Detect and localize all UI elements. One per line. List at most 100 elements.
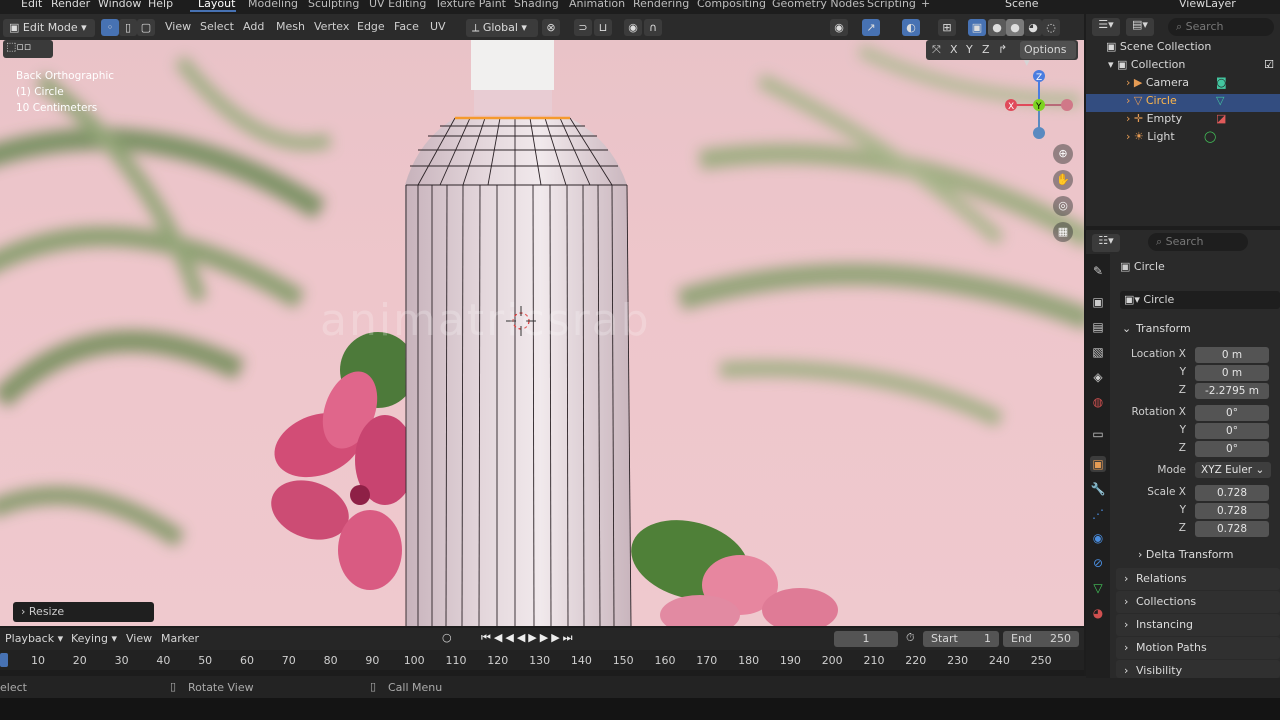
menu-help[interactable]: Help xyxy=(148,0,173,10)
navigation-gizmo[interactable]: Z X Y xyxy=(1000,66,1080,146)
properties-editor-type[interactable]: ☷▾ xyxy=(1092,234,1120,252)
proportional-edit-icon[interactable]: ◉ xyxy=(624,19,642,36)
xray-icon[interactable]: ▣ xyxy=(968,19,986,36)
collection-row[interactable]: ▾ ▣ Collection ☑ xyxy=(1086,58,1280,76)
current-frame-field[interactable]: 1 xyxy=(834,631,898,647)
tab-geometry-nodes[interactable]: Geometry Nodes xyxy=(772,0,865,10)
outliner-item-light[interactable]: › ☀ Light ◯ xyxy=(1086,130,1280,148)
visibility-icon[interactable]: ◉ xyxy=(830,19,848,36)
properties-search-input[interactable]: ⌕ Search xyxy=(1148,233,1248,251)
mirror-icon[interactable]: ⤧ xyxy=(932,43,941,57)
relations-panel[interactable]: › Relations xyxy=(1116,568,1280,590)
motion-paths-panel[interactable]: › Motion Paths xyxy=(1116,637,1280,659)
collection-checkbox-icon[interactable]: ☑ xyxy=(1264,58,1274,71)
location-x-field[interactable]: 0 m xyxy=(1195,347,1269,363)
grid-view-icon[interactable]: ▦ xyxy=(1053,222,1073,242)
world-tab-icon[interactable]: ◍ xyxy=(1090,394,1106,410)
scene-tab-icon[interactable]: ◈ xyxy=(1090,369,1106,385)
outliner-item-empty[interactable]: › ✛ Empty ◪ xyxy=(1086,112,1280,130)
camera-view-icon[interactable]: ◎ xyxy=(1053,196,1073,216)
menu-mesh[interactable]: Mesh xyxy=(276,20,305,33)
scale-x-field[interactable]: 0.728 xyxy=(1195,485,1269,501)
tab-modeling[interactable]: Modeling xyxy=(248,0,298,10)
scale-z-field[interactable]: 0.728 xyxy=(1195,521,1269,537)
add-workspace-icon[interactable]: + xyxy=(921,0,930,10)
menu-vertex[interactable]: Vertex xyxy=(314,20,349,33)
object-name-field[interactable]: ▣▾ Circle xyxy=(1120,291,1280,309)
face-select-icon[interactable]: ▢ xyxy=(137,19,155,36)
outliner-editor-type[interactable]: ☰▾ xyxy=(1092,18,1120,36)
transform-affect-icon[interactable]: ↱ xyxy=(998,43,1007,56)
3d-viewport[interactable]: Back Orthographic (1) Circle 10 Centimet… xyxy=(0,40,1084,626)
playback-controls[interactable]: ⏮◀◀◀▶▶▶⏭ xyxy=(481,631,576,645)
overlay-icon[interactable]: ◐ xyxy=(902,19,920,36)
physics-tab-icon[interactable]: ◉ xyxy=(1090,530,1106,546)
menu-render[interactable]: Render xyxy=(51,0,90,10)
mirror-y-toggle[interactable]: Y xyxy=(966,43,973,56)
transform-panel-header[interactable]: ⌄ Transform xyxy=(1116,318,1280,340)
constraints-tab-icon[interactable]: ⊘ xyxy=(1090,555,1106,571)
location-y-field[interactable]: 0 m xyxy=(1195,365,1269,381)
particles-tab-icon[interactable]: ⋰ xyxy=(1090,506,1106,522)
vertex-select-icon[interactable]: ◦ xyxy=(101,19,119,36)
mesh-edit-overlay-icon[interactable]: ⊞ xyxy=(938,19,956,36)
tab-sculpting[interactable]: Sculpting xyxy=(308,0,359,10)
keying-menu[interactable]: Keying ▾ xyxy=(71,632,117,645)
tool-tab-icon[interactable]: ✎ xyxy=(1090,263,1106,279)
tab-uv-editing[interactable]: UV Editing xyxy=(369,0,426,10)
menu-uv[interactable]: UV xyxy=(430,20,446,33)
tool-settings[interactable]: ⬚▫▫ xyxy=(3,40,53,58)
rotation-y-field[interactable]: 0° xyxy=(1195,423,1269,439)
mode-dropdown[interactable]: ▣ Edit Mode ▾ xyxy=(3,19,95,37)
timeline-view-menu[interactable]: View xyxy=(126,632,152,645)
rotation-mode-dropdown[interactable]: XYZ Euler ⌄ xyxy=(1195,462,1271,478)
material-tab-icon[interactable]: ◕ xyxy=(1090,605,1106,621)
scene-collection-row[interactable]: ▣ Scene Collection xyxy=(1086,40,1280,58)
options-dropdown[interactable]: Options ▾ xyxy=(1020,41,1076,69)
mirror-x-toggle[interactable]: X xyxy=(950,43,958,56)
record-icon[interactable]: ○ xyxy=(442,631,452,644)
output-tab-icon[interactable]: ▤ xyxy=(1090,319,1106,335)
timer-icon[interactable]: ⏱ xyxy=(906,631,915,645)
snap-target-icon[interactable]: ⊔ xyxy=(594,19,612,36)
edge-select-icon[interactable]: ▯ xyxy=(119,19,137,36)
timeline-ruler[interactable]: 10 20 30 40 50 60 70 80 90 100 110 120 130 140 150 160 1… xyxy=(0,650,1084,670)
gizmo-icon[interactable]: ↗ xyxy=(862,19,880,36)
data-tab-icon[interactable]: ▽ xyxy=(1090,580,1106,596)
last-operator-panel[interactable]: › Resize xyxy=(13,602,154,622)
pivot-icon[interactable]: ⊗ xyxy=(542,19,560,36)
tab-animation[interactable]: Animation xyxy=(569,0,625,10)
tab-scripting[interactable]: Scripting xyxy=(867,0,916,10)
menu-view[interactable]: View xyxy=(165,20,191,33)
location-z-field[interactable]: -2.2795 m xyxy=(1195,383,1269,399)
end-frame-field[interactable]: End 250 xyxy=(1003,631,1079,647)
collection-tab-icon[interactable]: ▭ xyxy=(1090,426,1106,442)
tab-layout[interactable]: Layout xyxy=(198,0,235,10)
menu-edge[interactable]: Edge xyxy=(357,20,385,33)
visibility-panel[interactable]: › Visibility xyxy=(1116,660,1280,678)
menu-add[interactable]: Add xyxy=(243,20,264,33)
display-mode-icon[interactable]: ▤▾ xyxy=(1126,18,1154,36)
marker-menu[interactable]: Marker xyxy=(161,632,199,645)
outliner-item-circle[interactable]: › ▽ Circle ▽ xyxy=(1086,94,1280,112)
rendered-shading-icon[interactable]: ◌ xyxy=(1042,19,1060,36)
render-tab-icon[interactable]: ▣ xyxy=(1090,294,1106,310)
snap-icon[interactable]: ⊃ xyxy=(574,19,592,36)
collections-panel[interactable]: › Collections xyxy=(1116,591,1280,613)
wireframe-shading-icon[interactable]: ● xyxy=(988,19,1006,36)
rotation-x-field[interactable]: 0° xyxy=(1195,405,1269,421)
zoom-icon[interactable]: ⊕ xyxy=(1053,144,1073,164)
playback-menu[interactable]: Playback ▾ xyxy=(5,632,63,645)
playhead[interactable] xyxy=(0,653,8,667)
modifier-tab-icon[interactable]: 🔧 xyxy=(1090,481,1106,497)
start-frame-field[interactable]: Start 1 xyxy=(923,631,999,647)
pan-hand-icon[interactable]: ✋ xyxy=(1053,170,1073,190)
gizmo-neg-z-axis[interactable] xyxy=(1033,127,1045,139)
tab-shading[interactable]: Shading xyxy=(514,0,559,10)
object-tab-icon[interactable]: ▣ xyxy=(1090,456,1106,472)
tab-texture-paint[interactable]: Texture Paint xyxy=(435,0,506,10)
delta-transform-subpanel[interactable]: › Delta Transform xyxy=(1138,548,1233,561)
menu-window[interactable]: Window xyxy=(98,0,141,10)
material-shading-icon[interactable]: ◕ xyxy=(1024,19,1042,36)
solid-shading-icon[interactable]: ● xyxy=(1006,19,1024,36)
